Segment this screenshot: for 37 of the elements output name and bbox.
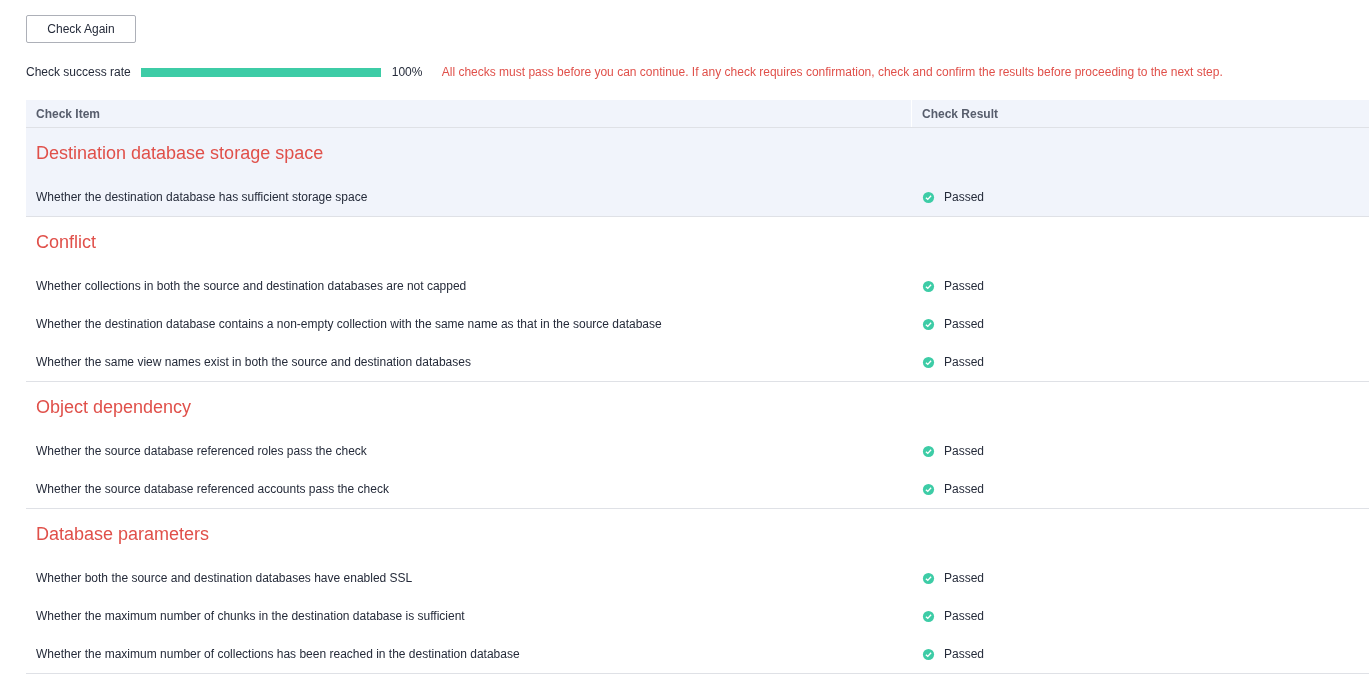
check-result: Passed	[944, 647, 985, 661]
check-item-name: Whether both the source and destination databases have enabled SSL	[36, 571, 413, 585]
check-result: Passed	[944, 571, 985, 585]
check-result: Passed	[944, 482, 985, 496]
check-result: Passed	[944, 609, 985, 623]
check-item-name: Whether the source database referenced roles pass the check	[36, 444, 367, 458]
progress-reading: 100%	[391, 65, 424, 79]
check-item-name: Whether the destination database contains a non-empty collection with the same name as that in the source database	[36, 317, 662, 331]
check-result: Passed	[944, 190, 985, 204]
check-item-name: Whether the maximum number of chunks in the destination database is sufficient	[36, 609, 465, 623]
check-item-name: Whether the destination database has sufficient storage space	[36, 190, 368, 204]
check-item-name: Whether the source database referenced accounts pass the check	[36, 482, 389, 496]
check-circle-icon	[922, 279, 935, 293]
check-item-name: Whether the same view names exist in both the source and destination databases	[36, 355, 471, 369]
check-result: Passed	[944, 279, 985, 293]
check-circle-icon	[922, 571, 935, 585]
column-header: Check Item	[36, 106, 101, 121]
group-title: Object dependency	[36, 396, 192, 418]
group-title: Database parameters	[36, 523, 210, 545]
check-again-button[interactable]: Check Again	[26, 15, 136, 43]
check-circle-icon	[922, 317, 935, 331]
check-circle-icon	[922, 482, 935, 496]
success-rate-label: Check success rate	[26, 65, 131, 79]
check-circle-icon	[922, 355, 935, 369]
check-item-name: Whether collections in both the source and destination databases are not capped	[36, 279, 467, 293]
column-header: Check Result	[922, 106, 999, 121]
check-result: Passed	[944, 444, 985, 458]
group-title: Conflict	[36, 231, 97, 253]
check-item-name: Whether the maximum number of collections has been reached in the destination database	[36, 647, 520, 661]
notice-text: All checks must pass before you can continue. If any check requires confirmation, check and confirm the results before proceeding to the next step.	[441, 65, 1223, 79]
check-result: Passed	[944, 355, 985, 369]
check-circle-icon	[922, 609, 935, 623]
check-result: Passed	[944, 317, 985, 331]
check-circle-icon	[922, 190, 935, 204]
check-circle-icon	[922, 647, 935, 661]
check-circle-icon	[922, 444, 935, 458]
group-title: Destination database storage space	[36, 142, 324, 164]
